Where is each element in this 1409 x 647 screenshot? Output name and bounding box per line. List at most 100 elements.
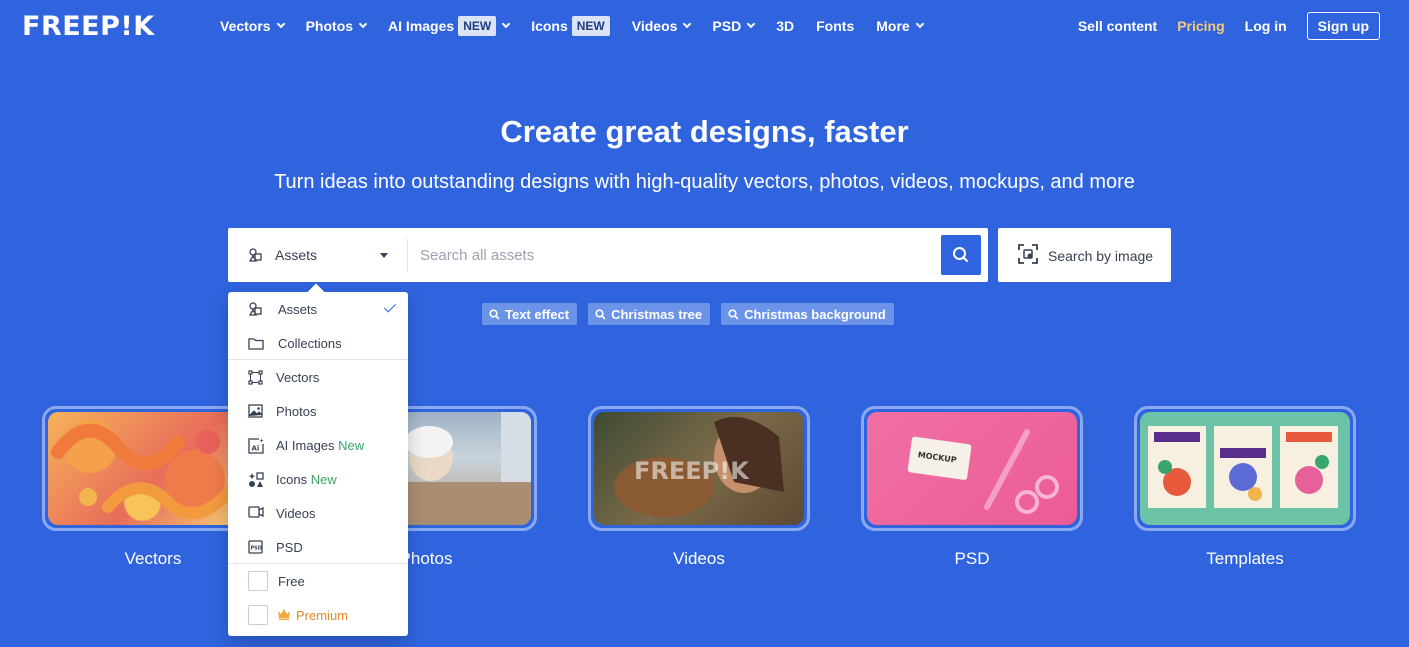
assets-icon	[248, 302, 262, 316]
nav-ai-images[interactable]: AI Images NEW	[388, 16, 511, 36]
nav-videos[interactable]: Videos	[631, 18, 692, 34]
search-button[interactable]	[941, 235, 981, 275]
freepik-logo[interactable]: FREEP!K	[22, 11, 155, 42]
category-label-videos[interactable]: Videos	[588, 549, 810, 569]
filter-premium[interactable]: Premium	[228, 598, 408, 632]
nav-more-label: More	[876, 18, 910, 34]
new-badge: NEW	[458, 16, 497, 36]
chevron-down-icon	[358, 19, 368, 29]
divider	[407, 239, 408, 271]
vector-icon	[248, 370, 263, 385]
search-input[interactable]	[420, 240, 925, 270]
top-nav: FREEP!K Vectors Photos AI Images NEW Icon…	[0, 0, 1409, 52]
category-card-psd[interactable]: MOCKUP	[861, 406, 1083, 531]
sell-content-link[interactable]: Sell content	[1078, 18, 1157, 34]
dropdown-item-videos[interactable]: Videos	[228, 496, 408, 530]
hero-title: Create great designs, faster	[500, 114, 909, 149]
nav-photos-label: Photos	[305, 18, 354, 34]
nav-photos[interactable]: Photos	[305, 18, 368, 34]
asset-type-label: Assets	[275, 247, 318, 263]
tag-text-effect[interactable]: Text effect	[482, 303, 578, 325]
asset-type-dropdown: Assets Collections Vectors Photos Ai AI …	[228, 283, 408, 636]
tag-christmas-background[interactable]: Christmas background	[721, 303, 894, 325]
nav-psd[interactable]: PSD	[712, 18, 756, 34]
dropdown-item-ai-images[interactable]: Ai AI Images New	[228, 428, 408, 462]
folder-icon	[248, 338, 264, 350]
nav-fonts[interactable]: Fonts	[816, 18, 854, 34]
psd-icon: PSD	[248, 540, 263, 554]
search-icon	[728, 308, 739, 320]
video-icon	[248, 506, 264, 518]
dropdown-item-label: Collections	[278, 336, 342, 351]
category-card-templates[interactable]	[1134, 406, 1356, 531]
tag-label: Christmas background	[744, 306, 886, 322]
new-tag: New	[338, 438, 365, 453]
dropdown-item-vectors[interactable]: Vectors	[228, 360, 408, 394]
asset-type-select[interactable]: Assets	[228, 228, 408, 282]
tag-christmas-tree[interactable]: Christmas tree	[588, 303, 711, 325]
new-tag: New	[310, 472, 337, 487]
nav-psd-label: PSD	[712, 18, 742, 34]
templates-artwork	[1148, 426, 1338, 508]
pricing-link[interactable]: Pricing	[1177, 18, 1224, 34]
dropdown-item-collections[interactable]: Collections	[228, 326, 408, 360]
caret-down-icon	[380, 253, 388, 258]
free-checkbox[interactable]	[248, 571, 268, 591]
chevron-down-icon	[501, 19, 511, 29]
search-by-image-button[interactable]: Search by image	[998, 228, 1171, 282]
dropdown-item-text: AI Images	[276, 438, 335, 453]
dropdown-item-assets[interactable]: Assets	[228, 292, 408, 326]
psd-thumbnail: MOCKUP	[867, 412, 1077, 525]
nav-3d[interactable]: 3D	[776, 18, 794, 34]
nav-videos-label: Videos	[631, 18, 678, 34]
nav-vectors-label: Vectors	[220, 18, 271, 34]
search-bar: Assets	[228, 228, 988, 282]
nav-icons-label: Icons	[531, 18, 568, 34]
photo-icon	[248, 404, 263, 418]
nav-ai-images-label: AI Images	[388, 18, 455, 34]
premium-checkbox[interactable]	[248, 605, 268, 625]
dropdown-item-label: Photos	[276, 404, 317, 419]
chevron-down-icon	[276, 19, 285, 29]
tag-label: Text effect	[505, 306, 570, 322]
check-icon	[383, 300, 397, 313]
search-icon	[595, 308, 606, 320]
icons-icon	[248, 472, 264, 487]
dropdown-item-text: Icons	[276, 472, 308, 487]
login-link[interactable]: Log in	[1245, 18, 1287, 34]
psd-artwork: MOCKUP	[907, 429, 1059, 514]
signup-button[interactable]: Sign up	[1306, 12, 1380, 40]
nav-3d-label: 3D	[776, 18, 795, 34]
svg-text:PSD: PSD	[251, 546, 262, 552]
search-by-image-label: Search by image	[1048, 248, 1154, 264]
search-icon	[489, 308, 500, 320]
filter-premium-label: Premium	[296, 608, 349, 623]
crown-icon	[278, 609, 290, 620]
dropdown-item-label: Vectors	[276, 370, 320, 385]
dropdown-item-psd[interactable]: PSD PSD	[228, 530, 408, 564]
chevron-down-icon	[915, 19, 924, 29]
dropdown-item-label: PSD	[276, 540, 303, 555]
category-label-templates[interactable]: Templates	[1134, 549, 1356, 569]
nav-icons[interactable]: Icons NEW	[531, 16, 610, 36]
dropdown-item-photos[interactable]: Photos	[228, 394, 408, 428]
nav-vectors[interactable]: Vectors	[220, 18, 285, 34]
chevron-down-icon	[683, 19, 692, 29]
category-card-videos[interactable]: FREEP!K	[588, 406, 810, 531]
new-badge: NEW	[571, 16, 610, 36]
dropdown-item-icons[interactable]: Icons New	[228, 462, 408, 496]
nav-fonts-label: Fonts	[816, 18, 855, 34]
filter-free-label: Free	[278, 574, 305, 589]
nav-more[interactable]: More	[876, 18, 924, 34]
hero-subtitle: Turn ideas into outstanding designs with…	[274, 171, 1135, 193]
chevron-down-icon	[746, 19, 756, 29]
vectors-thumbnail	[48, 412, 258, 525]
dropdown-item-label: Assets	[278, 302, 318, 317]
vectors-artwork	[51, 423, 244, 520]
ai-image-icon: Ai	[248, 438, 264, 454]
category-label-psd[interactable]: PSD	[861, 549, 1083, 569]
filter-free[interactable]: Free	[228, 564, 408, 598]
watermark-logo: FREEP!K	[634, 457, 749, 485]
assets-icon	[248, 248, 262, 262]
svg-text:Ai: Ai	[252, 445, 260, 453]
